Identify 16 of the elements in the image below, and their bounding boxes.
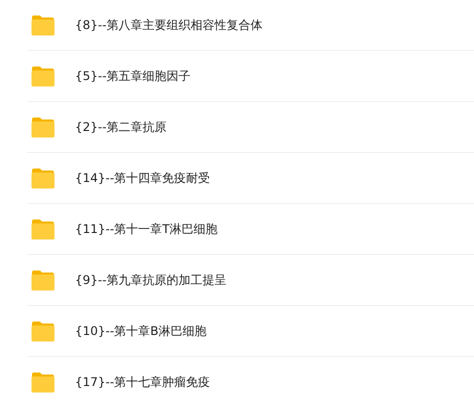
folder-name[interactable]: {17}--第十七章肿瘤免疫 <box>75 374 210 390</box>
folder-icon <box>31 218 55 240</box>
folder-icon <box>31 14 55 36</box>
folder-icon <box>31 116 55 138</box>
folder-name[interactable]: {10}--第十章B淋巴细胞 <box>75 322 206 340</box>
folder-name[interactable]: {8}--第八章主要组织相容性复合体 <box>75 16 263 34</box>
folder-name[interactable]: {14}--第十四章免疫耐受 <box>75 170 210 186</box>
folder-icon <box>31 66 55 86</box>
folder-name[interactable]: {11}--第十一章T淋巴细胞 <box>75 220 218 238</box>
folder-icon <box>31 372 55 392</box>
folder-icon <box>31 270 55 290</box>
folder-name[interactable]: {2}--第二章抗原 <box>75 118 167 136</box>
folder-icon <box>31 168 55 188</box>
folder-name[interactable]: {5}--第五章细胞因子 <box>75 68 191 84</box>
folder-icon <box>31 320 55 342</box>
folder-name[interactable]: {9}--第九章抗原的加工提呈 <box>75 272 227 288</box>
